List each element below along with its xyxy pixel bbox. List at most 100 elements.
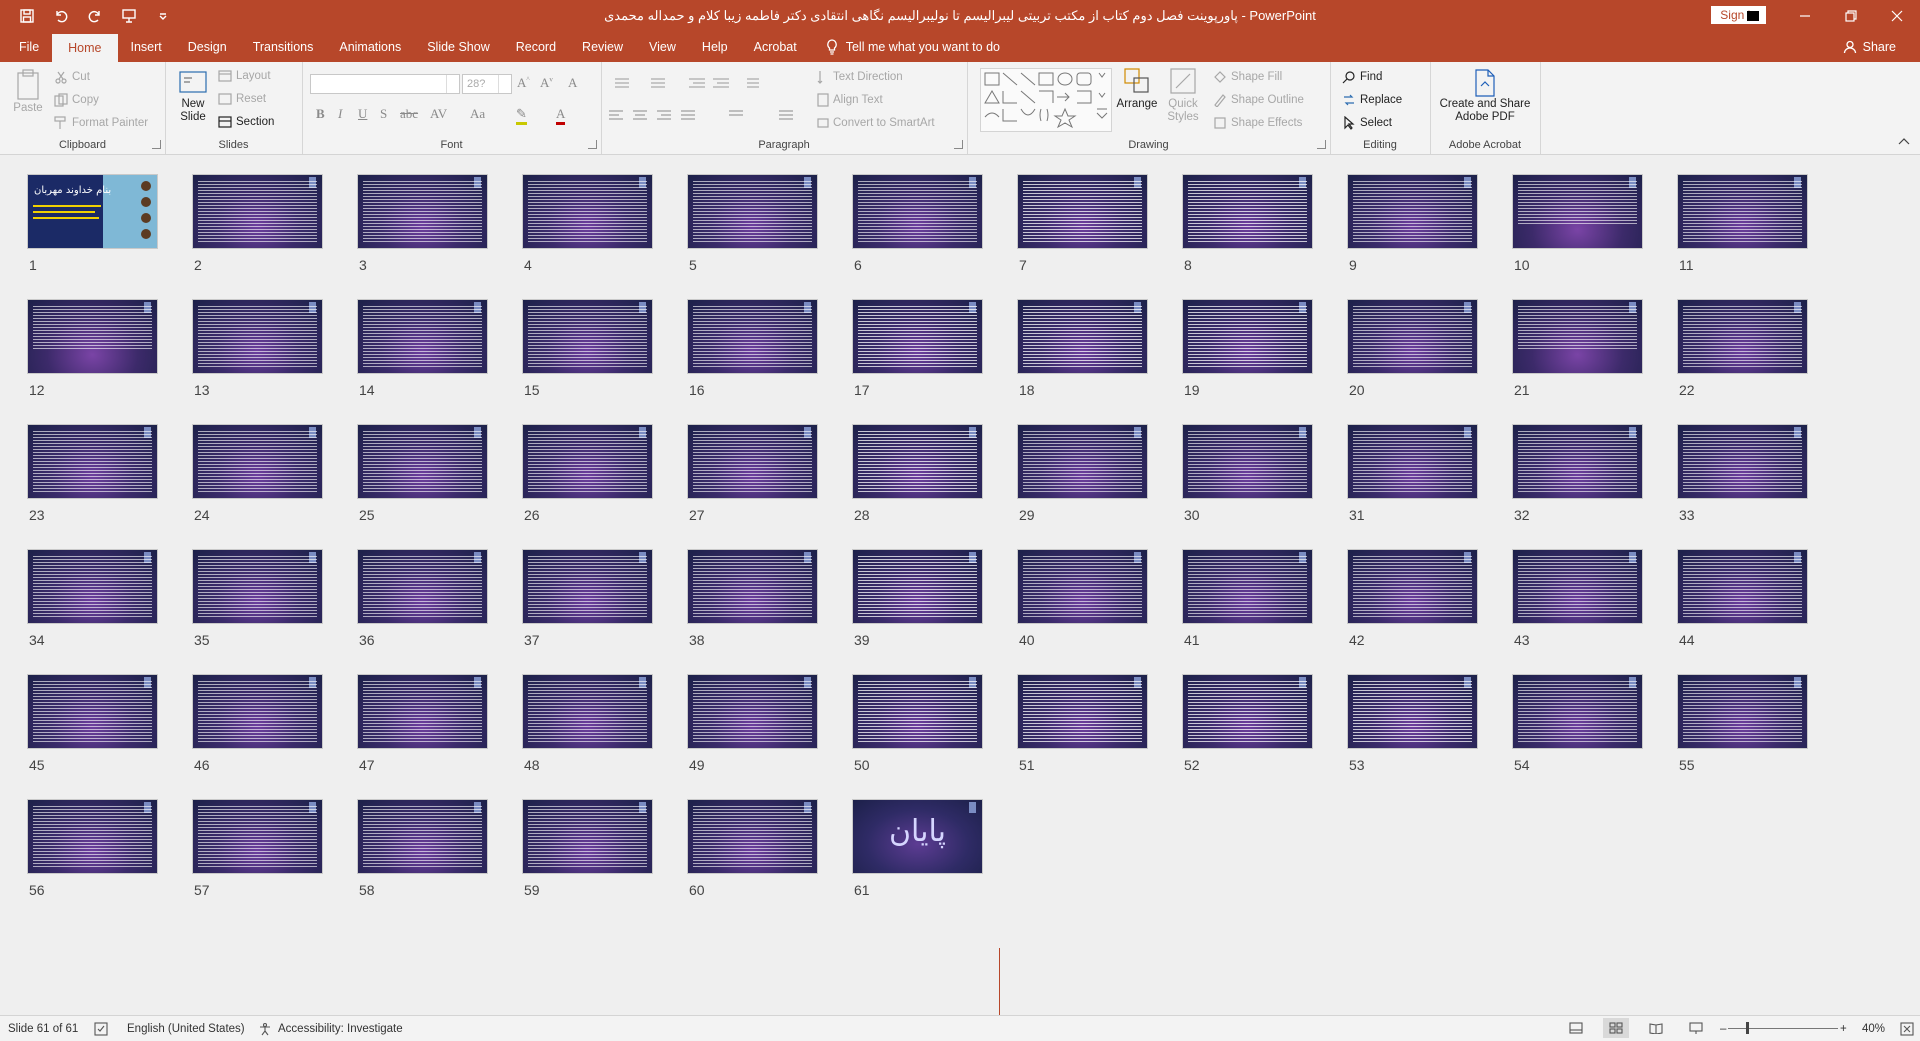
grow-font-icon[interactable]: A^: [517, 75, 530, 91]
shadow-icon[interactable]: S: [380, 106, 387, 122]
minimize-button[interactable]: [1782, 0, 1828, 32]
slide-thumbnail-33[interactable]: 33: [1678, 425, 1807, 523]
paste-button[interactable]: Paste: [8, 68, 48, 115]
notes-spellcheck-icon[interactable]: [94, 1016, 108, 1041]
font-size-box[interactable]: 28?: [462, 74, 512, 94]
slide-thumbnail-12[interactable]: 12: [28, 300, 157, 398]
slide-thumbnail-45[interactable]: 45: [28, 675, 157, 773]
fit-to-window-icon[interactable]: [1900, 1016, 1914, 1041]
slide-thumbnail-2[interactable]: 2: [193, 175, 322, 273]
slide-thumbnail-16[interactable]: 16: [688, 300, 817, 398]
slide-thumbnail-50[interactable]: 50: [853, 675, 982, 773]
slide-thumbnail-4[interactable]: 4: [523, 175, 652, 273]
slide-thumbnail-36[interactable]: 36: [358, 550, 487, 648]
font-color-icon[interactable]: A: [556, 106, 566, 125]
collapse-ribbon-icon[interactable]: [1898, 134, 1910, 148]
italic-icon[interactable]: I: [338, 106, 342, 122]
slide-thumbnail-29[interactable]: 29: [1018, 425, 1147, 523]
drawing-launcher-icon[interactable]: [1317, 140, 1326, 149]
slide-thumbnail-11[interactable]: 11: [1678, 175, 1807, 273]
alignment-icons[interactable]: [609, 109, 809, 123]
clear-formatting-icon[interactable]: A: [568, 75, 577, 91]
tab-help[interactable]: Help: [689, 32, 741, 62]
close-button[interactable]: [1874, 0, 1920, 32]
underline-icon[interactable]: U: [358, 106, 367, 122]
slide-thumbnail-47[interactable]: 47: [358, 675, 487, 773]
slide-thumbnail-44[interactable]: 44: [1678, 550, 1807, 648]
slide-thumbnail-54[interactable]: 54: [1513, 675, 1642, 773]
zoom-level[interactable]: 40%: [1862, 1016, 1885, 1041]
slide-thumbnail-25[interactable]: 25: [358, 425, 487, 523]
slide-thumbnail-23[interactable]: 23: [28, 425, 157, 523]
shape-outline-button[interactable]: Shape Outline: [1213, 93, 1304, 107]
slide-thumbnail-9[interactable]: 9: [1348, 175, 1477, 273]
new-slide-button[interactable]: New Slide: [173, 68, 213, 124]
shape-effects-button[interactable]: Shape Effects: [1213, 116, 1302, 130]
slide-thumbnail-1[interactable]: بنام خداوند مهربان 1: [28, 175, 157, 273]
tab-acrobat[interactable]: Acrobat: [741, 32, 810, 62]
character-spacing-icon[interactable]: AV: [430, 106, 447, 122]
tab-transitions[interactable]: Transitions: [240, 32, 327, 62]
align-text-button[interactable]: Align Text: [817, 93, 883, 107]
slide-thumbnail-40[interactable]: 40: [1018, 550, 1147, 648]
shapes-gallery[interactable]: [980, 68, 1112, 132]
save-icon[interactable]: [16, 5, 38, 27]
slide-show-button[interactable]: [1683, 1018, 1709, 1038]
slide-thumbnail-49[interactable]: 49: [688, 675, 817, 773]
slide-thumbnail-41[interactable]: 41: [1183, 550, 1312, 648]
slide-sorter-view-button[interactable]: [1603, 1018, 1629, 1038]
slide-thumbnail-17[interactable]: 17: [853, 300, 982, 398]
slide-thumbnail-39[interactable]: 39: [853, 550, 982, 648]
reset-button[interactable]: Reset: [218, 93, 266, 105]
cut-button[interactable]: Cut: [54, 70, 90, 84]
slide-thumbnail-61[interactable]: پایان 61: [853, 800, 982, 898]
slide-thumbnail-35[interactable]: 35: [193, 550, 322, 648]
tab-insert[interactable]: Insert: [118, 32, 175, 62]
tab-record[interactable]: Record: [503, 32, 569, 62]
slide-thumbnail-18[interactable]: 18: [1018, 300, 1147, 398]
slide-thumbnail-20[interactable]: 20: [1348, 300, 1477, 398]
customize-qat-icon[interactable]: [152, 5, 174, 27]
slide-thumbnail-55[interactable]: 55: [1678, 675, 1807, 773]
tab-file[interactable]: File: [6, 32, 52, 62]
slide-thumbnail-53[interactable]: 53: [1348, 675, 1477, 773]
font-launcher-icon[interactable]: [588, 140, 597, 149]
share-button[interactable]: Share: [1843, 32, 1896, 62]
section-button[interactable]: Section: [218, 116, 274, 128]
slide-thumbnail-27[interactable]: 27: [688, 425, 817, 523]
slide-thumbnail-58[interactable]: 58: [358, 800, 487, 898]
layout-button[interactable]: Layout: [218, 70, 271, 82]
slide-thumbnail-28[interactable]: 28: [853, 425, 982, 523]
language-indicator[interactable]: English (United States): [127, 1016, 245, 1041]
bold-icon[interactable]: B: [316, 106, 325, 122]
ribbon-display-options-icon[interactable]: [1730, 0, 1776, 32]
strikethrough-icon[interactable]: abc: [400, 106, 418, 122]
tell-me-search[interactable]: Tell me what you want to do: [826, 32, 1000, 62]
slide-thumbnail-13[interactable]: 13: [193, 300, 322, 398]
tab-view[interactable]: View: [636, 32, 689, 62]
font-name-box[interactable]: [310, 74, 460, 94]
slide-thumbnail-30[interactable]: 30: [1183, 425, 1312, 523]
slide-thumbnail-21[interactable]: 21: [1513, 300, 1642, 398]
highlight-color-icon[interactable]: ✎: [516, 106, 527, 125]
slide-thumbnail-60[interactable]: 60: [688, 800, 817, 898]
paragraph-launcher-icon[interactable]: [954, 140, 963, 149]
slide-thumbnail-3[interactable]: 3: [358, 175, 487, 273]
find-button[interactable]: Find: [1342, 70, 1382, 84]
convert-smartart-button[interactable]: Convert to SmartArt: [817, 116, 935, 130]
slide-thumbnail-38[interactable]: 38: [688, 550, 817, 648]
slide-thumbnail-43[interactable]: 43: [1513, 550, 1642, 648]
tab-home[interactable]: Home: [52, 34, 118, 62]
tab-animations[interactable]: Animations: [326, 32, 414, 62]
slide-thumbnail-7[interactable]: 7: [1018, 175, 1147, 273]
slide-thumbnail-14[interactable]: 14: [358, 300, 487, 398]
quick-styles-button[interactable]: Quick Styles: [1163, 66, 1203, 124]
format-painter-button[interactable]: Format Painter: [54, 116, 148, 130]
text-direction-button[interactable]: Text Direction: [817, 70, 903, 84]
slide-thumbnail-5[interactable]: 5: [688, 175, 817, 273]
arrange-button[interactable]: Arrange: [1115, 66, 1159, 111]
clipboard-launcher-icon[interactable]: [152, 140, 161, 149]
create-share-pdf-button[interactable]: Create and Share Adobe PDF: [1435, 68, 1535, 124]
list-and-indent-icons[interactable]: [609, 77, 759, 91]
undo-icon[interactable]: [50, 5, 72, 27]
